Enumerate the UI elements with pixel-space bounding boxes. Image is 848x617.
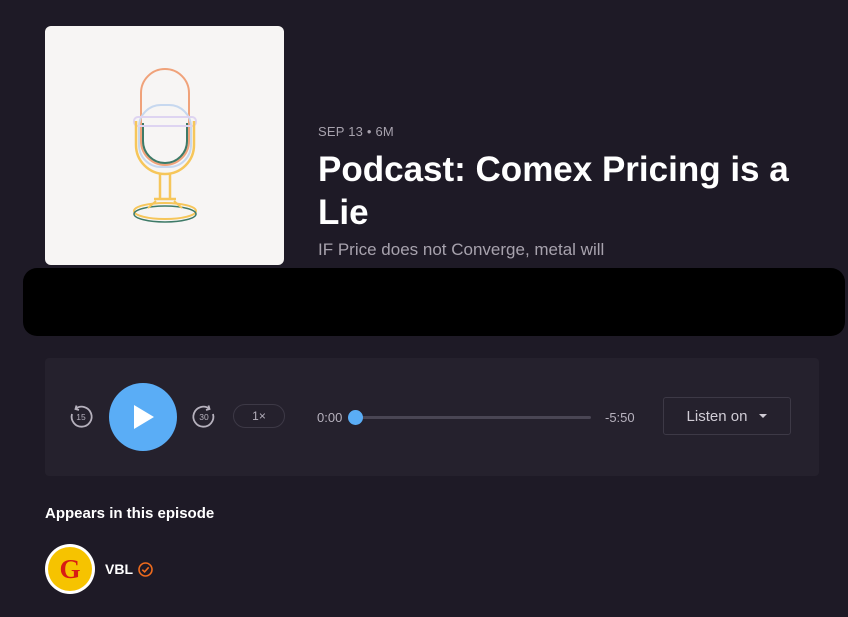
play-icon <box>134 405 154 429</box>
progress-track[interactable] <box>348 410 591 425</box>
avatar-letter: G <box>48 547 92 591</box>
meta-separator: • <box>366 124 372 139</box>
remaining-time: -5:50 <box>605 410 635 425</box>
person-name[interactable]: VBL <box>105 561 133 577</box>
current-time: 0:00 <box>317 410 343 425</box>
rewind-15-icon[interactable]: 15 <box>67 402 95 430</box>
skip-back-label: 15 <box>76 412 86 422</box>
forward-30-icon[interactable]: 30 <box>190 402 218 430</box>
avatar[interactable]: G <box>45 544 95 594</box>
listen-on-label: Listen on <box>686 407 748 425</box>
podcast-cover-art <box>45 26 284 265</box>
microphone-icon <box>132 67 197 223</box>
redacted-region <box>23 268 845 336</box>
appears-heading: Appears in this episode <box>45 505 215 522</box>
listen-on-dropdown[interactable]: Listen on <box>663 397 791 435</box>
playback-speed-button[interactable]: 1× <box>233 404 285 428</box>
person-item[interactable]: G VBL <box>45 544 154 594</box>
skip-forward-label: 30 <box>199 412 209 422</box>
verified-check-icon <box>138 561 153 577</box>
episode-duration: 6M <box>375 124 394 139</box>
episode-description: IF Price does not Converge, metal will <box>318 240 605 259</box>
play-button[interactable] <box>109 383 177 451</box>
episode-date: SEP 13 <box>318 124 364 139</box>
episode-title: Podcast: Comex Pricing is a Lie <box>318 150 789 232</box>
episode-meta: SEP 13 • 6M <box>318 124 394 139</box>
audio-player: 15 30 1× 0:00 -5:50 Listen on <box>45 358 819 476</box>
progress-thumb[interactable] <box>348 410 363 425</box>
chevron-down-icon <box>759 414 768 418</box>
